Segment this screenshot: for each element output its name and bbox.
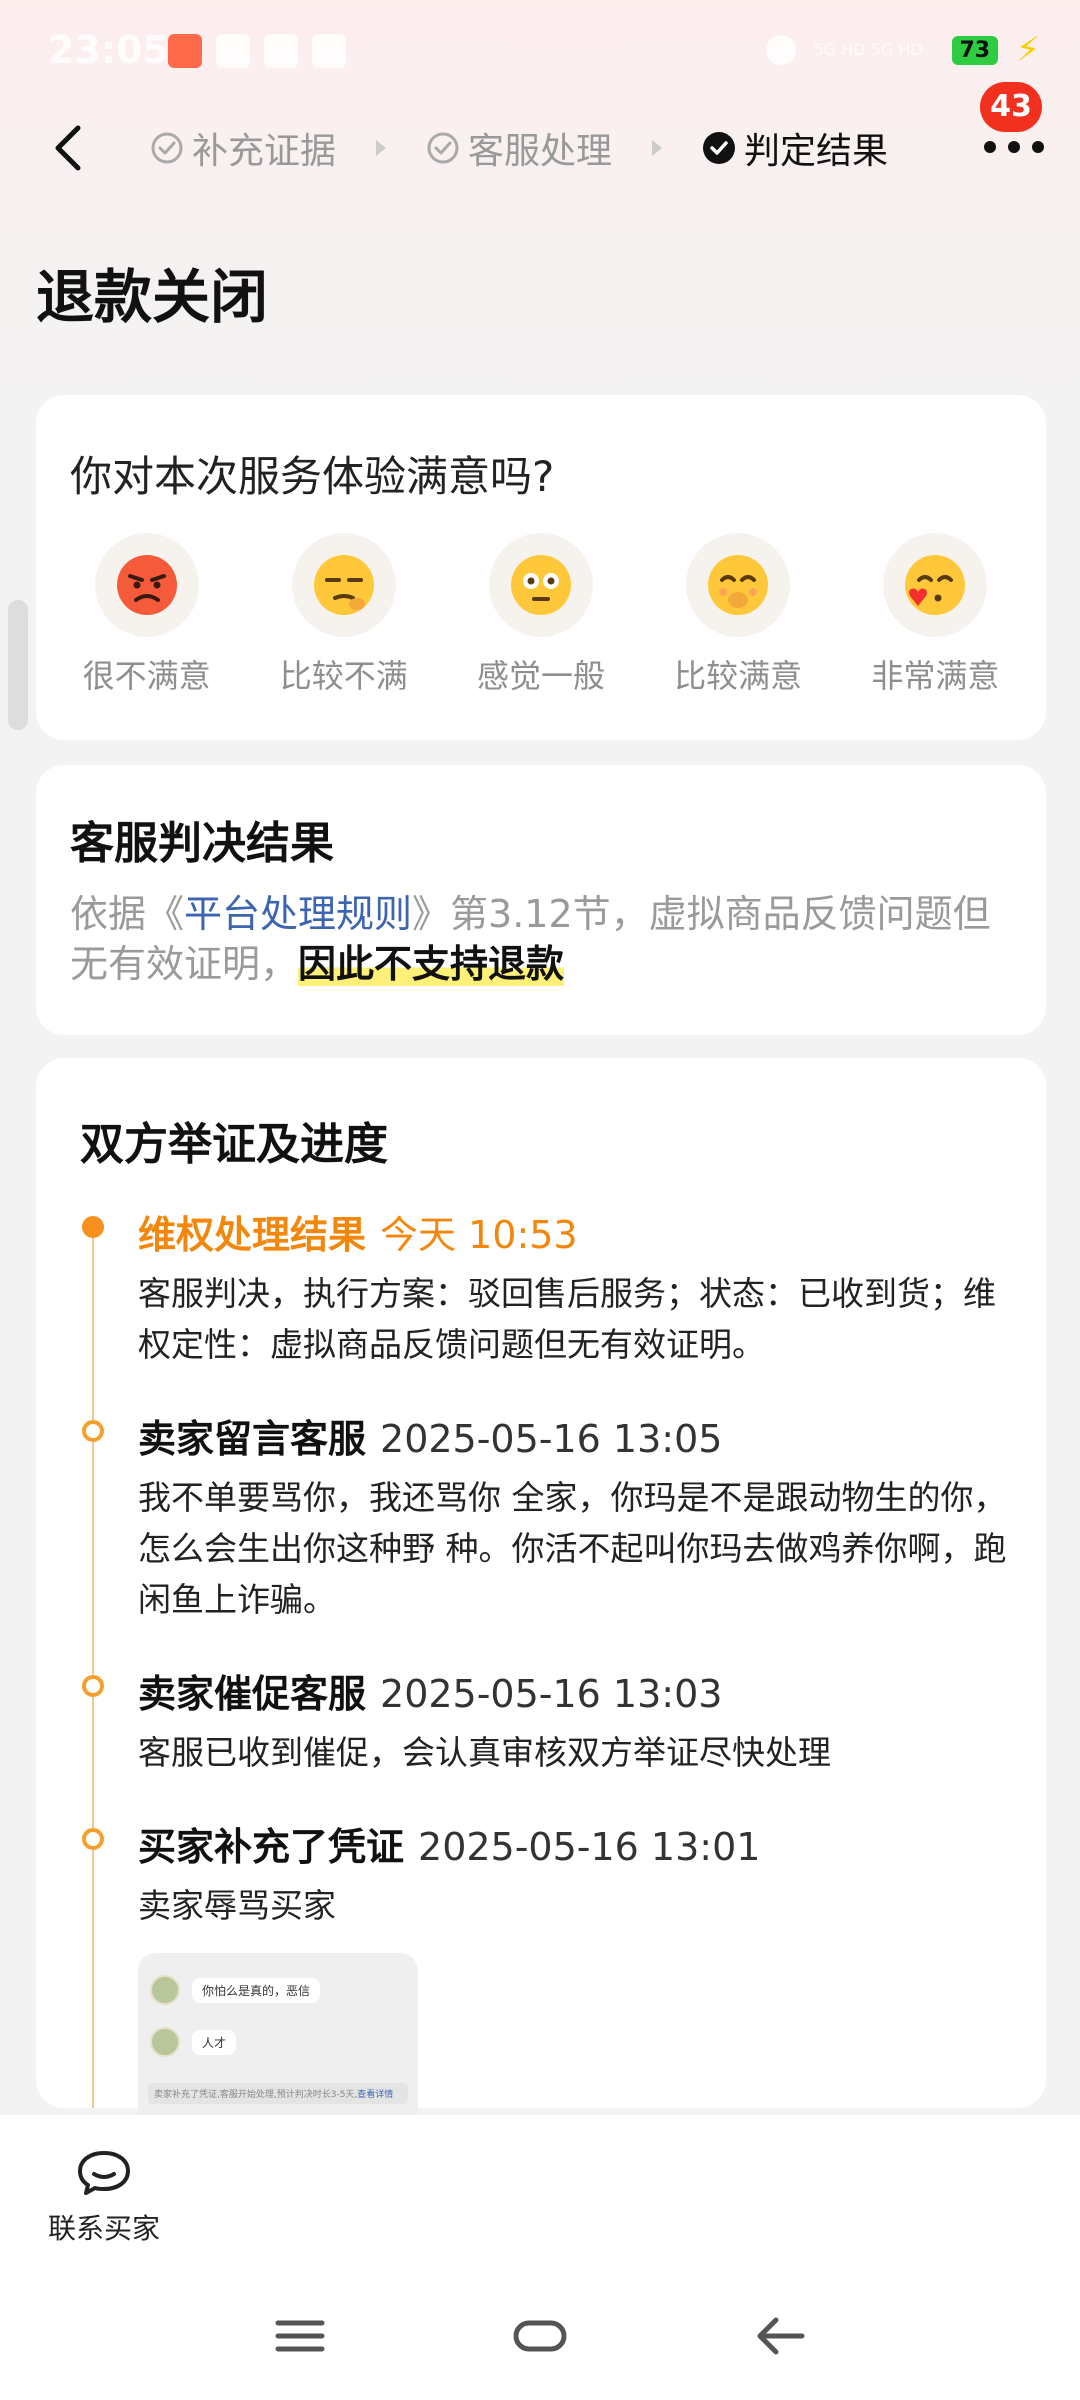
- verdict-title: 客服判决结果: [70, 818, 334, 869]
- home-icon[interactable]: [510, 2311, 570, 2361]
- page-title: 退款关闭: [36, 263, 269, 331]
- rating-unsatisfied[interactable]: 比较不满: [259, 533, 429, 697]
- rating-very-unsatisfied[interactable]: 很不满意: [62, 533, 232, 697]
- bottom-action-bar: 联系买家: [0, 2115, 1080, 2275]
- kissing-face-icon: [905, 555, 966, 615]
- top-nav: 补充证据 客服处理 判定结果: [0, 100, 1080, 195]
- satisfaction-card: 你对本次服务体验满意吗? 很不满意 比较不满 感觉一般 比较满意 非常满意: [36, 395, 1046, 740]
- system-nav-bar: [0, 2275, 1080, 2400]
- rating-label: 比较不满: [279, 657, 408, 695]
- thumb-footer: 卖家补充了凭证,客服开始处理,预计判决时长3-5天,查看详情: [148, 2083, 408, 2104]
- rating-label: 非常满意: [871, 657, 1000, 695]
- progress-steps: 补充证据 客服处理 判定结果: [150, 120, 888, 176]
- thumb-message: 你怕么是真的，恶信: [192, 1977, 321, 2003]
- alarm-icon: [765, 35, 796, 65]
- timeline-body: 客服已收到催促，会认真审核双方举证尽快处理: [138, 1733, 831, 1772]
- charging-icon: ⚡: [1016, 30, 1040, 70]
- timeline-dot: [82, 1420, 104, 1442]
- thumb-footer-text: 卖家补充了凭证,客服开始处理,预计判决时长3-5天,: [154, 2090, 358, 2100]
- notification-badge: 43: [980, 82, 1042, 132]
- timeline-heading-text: 卖家留言客服: [138, 1417, 367, 1461]
- evidence-progress-card: 双方举证及进度 维权处理结果 今天 10:53 客服判决，执行方案：驳回售后服务；…: [36, 1058, 1046, 2133]
- timeline-body: 客服判决，执行方案：驳回售后服务；状态：已收到货；维权定性：虚拟商品反馈问题但无…: [138, 1274, 996, 1364]
- check-circle-icon: [151, 132, 183, 164]
- verdict-highlight: 因此不支持退款: [298, 942, 565, 986]
- step-label: 判定结果: [744, 131, 889, 172]
- message-icon: [264, 34, 298, 68]
- contact-buyer-label: 联系买家: [47, 2212, 160, 2245]
- rating-options: 很不满意 比较不满 感觉一般 比较满意 非常满意: [36, 533, 1046, 697]
- timeline-dot: [82, 1828, 104, 1850]
- rating-satisfied[interactable]: 比较满意: [653, 533, 823, 697]
- step-add-evidence: 补充证据: [150, 122, 336, 174]
- timeline-dot-active: [82, 1216, 104, 1238]
- platform-rules-link[interactable]: 平台处理规则: [184, 892, 412, 936]
- nav-back-icon[interactable]: [750, 2311, 810, 2361]
- timeline-heading: 卖家催促客服 2025-05-16 13:03: [138, 1663, 722, 1718]
- step-label: 客服处理: [468, 131, 613, 172]
- network-indicator: 5G HD 5G HD: [813, 40, 923, 59]
- status-bar: 23:05 5G HD 5G HD 73 ⚡: [0, 0, 1080, 100]
- verdict-card: 客服判决结果 依据《平台处理规则》第3.12节，虚拟商品反馈问题但无有效证明，因…: [36, 765, 1046, 1035]
- status-right: 5G HD 5G HD 73 ⚡: [765, 30, 1040, 70]
- back-button[interactable]: [40, 118, 100, 178]
- timeline-body: 卖家辱骂买家: [138, 1886, 336, 1925]
- status-app-icons: [168, 34, 346, 68]
- rating-very-satisfied[interactable]: 非常满意: [850, 533, 1020, 697]
- evidence-thumbnail[interactable]: 你怕么是真的，恶信 人才 卖家补充了凭证,客服开始处理,预计判决时长3-5天,查…: [138, 1953, 418, 2133]
- rating-neutral[interactable]: 感觉一般: [456, 533, 626, 697]
- step-arrow-icon: [652, 140, 663, 156]
- timeline-heading: 买家补充了凭证 2025-05-16 13:01: [138, 1816, 760, 1871]
- step-verdict: 判定结果: [702, 122, 888, 174]
- timeline-dot: [82, 1675, 104, 1697]
- menu-icon[interactable]: [270, 2311, 330, 2361]
- nfc-icon: [216, 34, 250, 68]
- unamused-face-icon: [313, 555, 374, 615]
- back-arrow-icon: [55, 125, 81, 171]
- chat-bubble-icon: [78, 2151, 130, 2195]
- check-circle-filled-icon: [703, 132, 736, 164]
- timeline-time: 2025-05-16 13:03: [380, 1672, 723, 1716]
- timeline-heading-text: 维权处理结果: [138, 1213, 367, 1257]
- app-notification-icon: [168, 34, 202, 68]
- timeline-time: 2025-05-16 13:01: [418, 1825, 761, 1869]
- step-arrow-icon: [376, 140, 387, 156]
- timeline-body: 我不单要骂你，我还骂你 全家，你玛是不是跟动物生的你，怎么会生出你这种野 种。你…: [138, 1478, 1007, 1619]
- timeline-heading: 维权处理结果 今天 10:53: [138, 1204, 578, 1259]
- timeline-heading-text: 买家补充了凭证: [138, 1825, 405, 1869]
- check-circle-icon: [427, 132, 459, 164]
- rating-label: 感觉一般: [476, 657, 605, 695]
- thumb-footer-link: 查看详情: [357, 2090, 394, 2100]
- rating-label: 很不满意: [82, 657, 211, 695]
- timeline-heading-text: 卖家催促客服: [138, 1672, 367, 1716]
- angry-face-icon: [116, 555, 177, 615]
- verdict-text-prefix: 依据《: [70, 892, 185, 936]
- battery-indicator: 73: [951, 35, 999, 65]
- contact-buyer-button[interactable]: 联系买家: [44, 2147, 164, 2247]
- progress-title: 双方举证及进度: [80, 1119, 388, 1170]
- page: 23:05 5G HD 5G HD 73 ⚡ 补充证据 客服处理 判定结果 43…: [0, 0, 1080, 2400]
- smiling-face-icon: [708, 555, 769, 615]
- side-scroll-handle[interactable]: [8, 600, 28, 730]
- timeline-time: 2025-05-16 13:05: [380, 1417, 723, 1461]
- timeline-time: 今天 10:53: [380, 1213, 578, 1257]
- verdict-text: 依据《平台处理规则》第3.12节，虚拟商品反馈问题但无有效证明，因此不支持退款: [70, 889, 1020, 989]
- avatar: [150, 1975, 180, 2005]
- satisfaction-question: 你对本次服务体验满意吗?: [70, 452, 555, 501]
- location-icon: [312, 34, 346, 68]
- neutral-face-icon: [510, 555, 571, 615]
- step-cs-processing: 客服处理: [426, 122, 612, 174]
- step-label: 补充证据: [192, 131, 337, 172]
- status-time: 23:05: [48, 28, 169, 72]
- timeline-heading: 卖家留言客服 2025-05-16 13:05: [138, 1408, 722, 1463]
- timeline-line: [92, 1228, 94, 2108]
- thumb-message: 人才: [192, 2029, 237, 2055]
- avatar: [150, 2027, 180, 2057]
- rating-label: 比较满意: [674, 657, 803, 695]
